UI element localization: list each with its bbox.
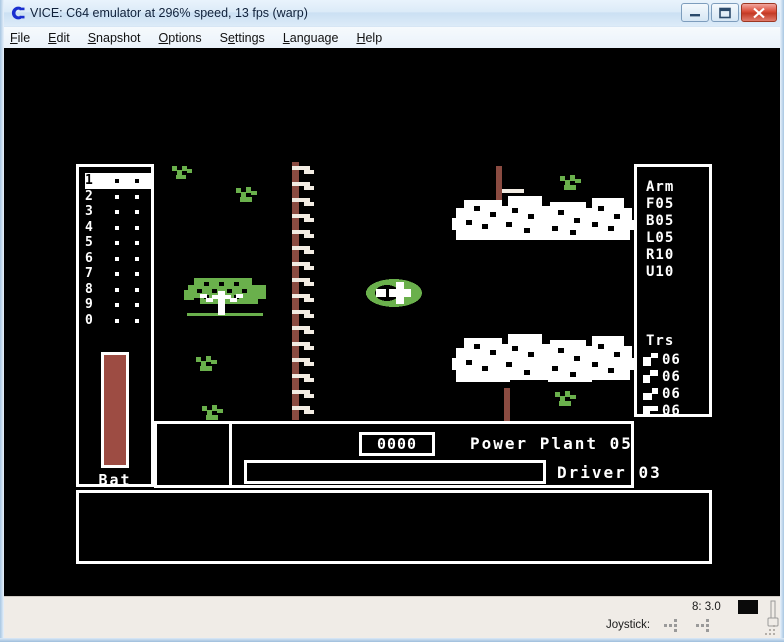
digit-row[interactable]: 5 xyxy=(85,235,151,251)
battery-label: Bat xyxy=(98,471,132,489)
right-hud-panel: Arm F05 B05 L05 R10 U10 Trs 06 06 06 06 xyxy=(634,164,712,419)
minimize-button[interactable] xyxy=(681,3,709,22)
tool-glyph-2-icon xyxy=(643,370,659,383)
player-vehicle xyxy=(366,279,422,307)
trs-row[interactable]: 06 xyxy=(643,368,709,385)
drive-led-indicator[interactable] xyxy=(738,600,758,614)
radar-box xyxy=(154,421,232,488)
digit-dots xyxy=(101,190,151,203)
joystick-port-2-indicator[interactable] xyxy=(696,619,722,632)
joystick-label: Joystick: xyxy=(606,619,651,631)
window-title: VICE: C64 emulator at 296% speed, 13 fps… xyxy=(30,6,308,20)
score-display: 0000 xyxy=(359,432,435,456)
digit-label: 6 xyxy=(85,250,93,266)
digit-label: 2 xyxy=(85,188,93,204)
title-bar[interactable]: VICE: C64 emulator at 296% speed, 13 fps… xyxy=(0,0,784,26)
arm-row: L05 xyxy=(646,230,675,246)
arm-row: R10 xyxy=(646,247,675,263)
trs-list: 06 06 06 06 xyxy=(643,351,709,419)
digit-dots xyxy=(101,252,151,265)
menu-item-snapshot[interactable]: Snapshot xyxy=(79,29,150,47)
digit-label: 4 xyxy=(85,219,93,235)
menu-item-file[interactable]: FFileile xyxy=(1,29,39,47)
trs-row[interactable]: 06 xyxy=(643,351,709,368)
window-border-left xyxy=(0,0,4,642)
digit-dots xyxy=(101,174,151,187)
close-icon xyxy=(753,7,765,18)
progress-bar xyxy=(244,460,546,484)
digit-label: 3 xyxy=(85,204,93,220)
tool-glyph-4-icon xyxy=(643,404,659,417)
digit-label: 8 xyxy=(85,281,93,297)
menu-item-help[interactable]: Help xyxy=(347,29,391,47)
digit-label: 0 xyxy=(85,312,93,328)
commodore-c-icon xyxy=(11,6,25,20)
application-window: VICE: C64 emulator at 296% speed, 13 fps… xyxy=(0,0,784,642)
menu-item-language[interactable]: Language xyxy=(274,29,348,47)
digit-dots xyxy=(101,298,151,311)
trs-row[interactable]: 06 xyxy=(643,385,709,402)
digit-row[interactable]: 8 xyxy=(85,282,151,298)
trs-value: 06 xyxy=(662,385,681,402)
digit-row[interactable]: 6 xyxy=(85,251,151,267)
joystick-port-1-indicator[interactable] xyxy=(664,619,690,632)
menu-bar: FFileile Edit Snapshot Options Settings … xyxy=(1,27,783,49)
battery-fill xyxy=(104,355,126,465)
trs-value: 06 xyxy=(662,351,681,368)
game-screen[interactable]: 1 2 3 4 5 6 7 8 9 0 Bat Arm F05 B05 L05 … xyxy=(4,48,780,596)
maximize-button[interactable] xyxy=(711,3,739,22)
arm-readout-list: Arm F05 B05 L05 R10 U10 xyxy=(646,179,708,281)
digit-label: 9 xyxy=(85,297,93,313)
trs-value: 06 xyxy=(662,368,681,385)
digit-label: 7 xyxy=(85,266,93,282)
digit-label: 1 xyxy=(85,173,93,189)
digit-label: 5 xyxy=(85,235,93,251)
trs-row[interactable]: 06 xyxy=(643,402,709,419)
tool-glyph-3-icon xyxy=(643,387,659,400)
message-frame xyxy=(76,490,712,564)
window-border-right xyxy=(780,0,784,642)
menu-item-options[interactable]: Options xyxy=(150,29,211,47)
digit-row[interactable]: 3 xyxy=(85,204,151,220)
tool-glyph-1-icon xyxy=(643,353,659,366)
trs-header: Trs xyxy=(646,333,675,349)
digit-dots xyxy=(101,221,151,234)
digit-list: 1 2 3 4 5 6 7 8 9 0 xyxy=(85,173,151,333)
trs-value: 06 xyxy=(662,402,681,419)
digit-dots xyxy=(101,314,151,327)
digit-row[interactable]: 2 xyxy=(85,189,151,205)
driver-label: Driver xyxy=(557,463,627,482)
driver-readout: Driver 03 xyxy=(557,465,662,481)
power-plant-readout: Power Plant 05 xyxy=(470,436,633,452)
digit-row[interactable]: 9 xyxy=(85,297,151,313)
arm-row: F05 xyxy=(646,196,675,212)
power-plant-value: 05 xyxy=(609,434,633,453)
arm-row: B05 xyxy=(646,213,675,229)
menu-item-edit[interactable]: Edit xyxy=(39,29,79,47)
power-plant-label: Power Plant xyxy=(470,434,598,453)
digit-dots xyxy=(101,267,151,280)
driver-value: 03 xyxy=(638,463,662,482)
resize-grip[interactable] xyxy=(763,623,777,637)
digit-row[interactable]: 1 xyxy=(85,173,151,189)
score-value: 0000 xyxy=(376,434,418,453)
status-bar: Joystick: 8: 3.0 xyxy=(4,596,780,639)
menu-item-settings[interactable]: Settings xyxy=(211,29,274,47)
digit-dots xyxy=(101,236,151,249)
digit-dots xyxy=(101,283,151,296)
battery-gauge xyxy=(101,352,129,468)
digit-row[interactable]: 0 xyxy=(85,313,151,329)
arm-row: U10 xyxy=(646,264,675,280)
minimize-icon xyxy=(690,13,700,16)
window-border-bottom xyxy=(0,638,784,642)
digit-row[interactable]: 4 xyxy=(85,220,151,236)
close-button[interactable] xyxy=(741,3,777,22)
drive-status-label[interactable]: 8: 3.0 xyxy=(692,601,721,613)
maximize-icon xyxy=(719,7,731,18)
left-hud-panel: 1 2 3 4 5 6 7 8 9 0 Bat xyxy=(76,164,154,489)
arm-row: Arm xyxy=(646,179,675,195)
digit-dots xyxy=(101,205,151,218)
emulator-canvas[interactable]: 1 2 3 4 5 6 7 8 9 0 Bat Arm F05 B05 L05 … xyxy=(4,48,780,596)
digit-row[interactable]: 7 xyxy=(85,266,151,282)
